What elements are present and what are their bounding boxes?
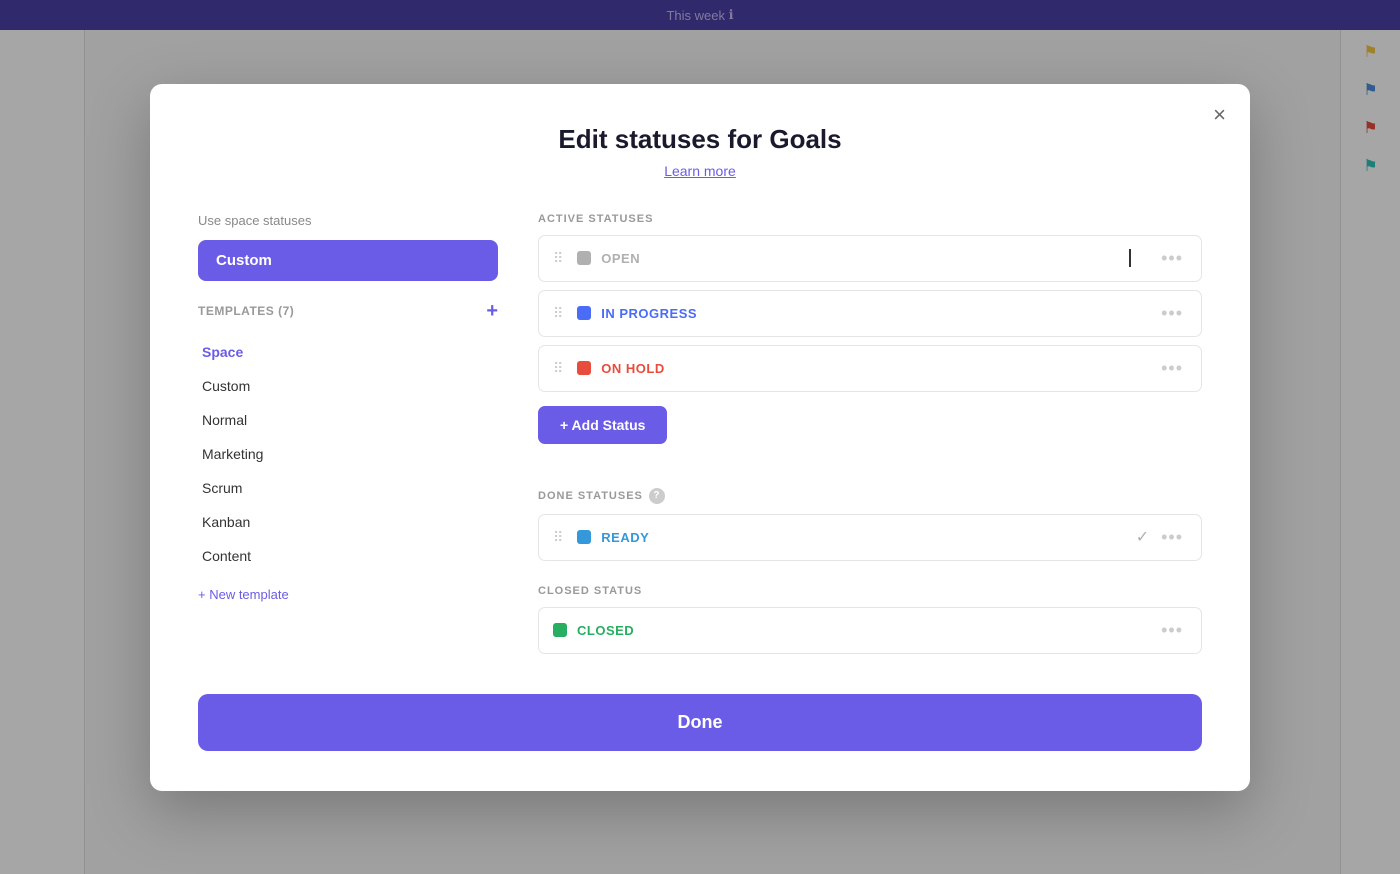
new-template-link[interactable]: + New template	[198, 587, 289, 602]
status-menu-on-hold[interactable]: •••	[1157, 356, 1187, 381]
drag-handle-ready[interactable]: ⠿	[553, 529, 563, 546]
left-panel: Use space statuses Custom TEMPLATES (7) …	[198, 213, 498, 662]
status-dot-closed	[553, 623, 567, 637]
status-dot-open	[577, 251, 591, 265]
status-dot-on-hold	[577, 361, 591, 375]
status-name-ready: READY	[601, 530, 1125, 545]
modal-body: Use space statuses Custom TEMPLATES (7) …	[198, 213, 1202, 662]
add-status-button[interactable]: + Add Status	[538, 406, 667, 444]
active-statuses-label: ACTIVE STATUSES	[538, 213, 1202, 225]
custom-button[interactable]: Custom	[198, 240, 498, 281]
template-item-custom[interactable]: Custom	[198, 369, 498, 403]
template-item-scrum[interactable]: Scrum	[198, 471, 498, 505]
modal-footer: Done	[198, 694, 1202, 751]
status-menu-ready[interactable]: •••	[1157, 525, 1187, 550]
modal-dialog: × Edit statuses for Goals Learn more Use…	[150, 84, 1250, 791]
modal-subtitle: Learn more	[198, 163, 1202, 181]
templates-label: TEMPLATES (7)	[198, 304, 294, 318]
status-row-on-hold: ⠿ ON HOLD •••	[538, 345, 1202, 392]
status-dot-ready	[577, 530, 591, 544]
template-item-kanban[interactable]: Kanban	[198, 505, 498, 539]
drag-handle-in-progress[interactable]: ⠿	[553, 305, 563, 322]
status-row-open: ⠿ OPEN •••	[538, 235, 1202, 282]
template-list: Space Custom Normal Marketing Scrum Kanb…	[198, 335, 498, 573]
modal-overlay: × Edit statuses for Goals Learn more Use…	[0, 0, 1400, 874]
drag-handle-on-hold[interactable]: ⠿	[553, 360, 563, 377]
template-item-space[interactable]: Space	[198, 335, 498, 369]
closed-status-label: CLOSED STATUS	[538, 585, 1202, 597]
status-name-closed: CLOSED	[577, 623, 1147, 638]
templates-add-icon[interactable]: +	[486, 301, 498, 321]
templates-header: TEMPLATES (7) +	[198, 301, 498, 321]
template-item-content[interactable]: Content	[198, 539, 498, 573]
modal-title: Edit statuses for Goals	[198, 124, 1202, 155]
status-actions-open: •••	[1157, 246, 1187, 271]
status-name-in-progress: IN PROGRESS	[601, 306, 1147, 321]
close-button[interactable]: ×	[1213, 104, 1226, 126]
status-name-on-hold: ON HOLD	[601, 361, 1147, 376]
status-actions-ready: ✓ •••	[1136, 525, 1187, 550]
modal-header: Edit statuses for Goals Learn more	[198, 124, 1202, 181]
status-actions-on-hold: •••	[1157, 356, 1187, 381]
done-help-icon[interactable]: ?	[649, 488, 665, 504]
status-row-closed: CLOSED •••	[538, 607, 1202, 654]
check-icon-ready: ✓	[1136, 527, 1149, 547]
status-row-ready: ⠿ READY ✓ •••	[538, 514, 1202, 561]
template-item-marketing[interactable]: Marketing	[198, 437, 498, 471]
done-button[interactable]: Done	[198, 694, 1202, 751]
status-name-open: OPEN	[601, 251, 1147, 266]
status-menu-in-progress[interactable]: •••	[1157, 301, 1187, 326]
status-dot-in-progress	[577, 306, 591, 320]
status-menu-closed[interactable]: •••	[1157, 618, 1187, 643]
drag-handle-open[interactable]: ⠿	[553, 250, 563, 267]
status-menu-open[interactable]: •••	[1157, 246, 1187, 271]
learn-more-link[interactable]: Learn more	[664, 163, 736, 179]
status-actions-in-progress: •••	[1157, 301, 1187, 326]
status-row-in-progress: ⠿ IN PROGRESS •••	[538, 290, 1202, 337]
done-statuses-label: DONE STATUSES ?	[538, 488, 1202, 504]
use-space-label: Use space statuses	[198, 213, 498, 228]
right-panel: ACTIVE STATUSES ⠿ OPEN ••• ⠿ IN PROGR	[538, 213, 1202, 662]
template-item-normal[interactable]: Normal	[198, 403, 498, 437]
status-actions-closed: •••	[1157, 618, 1187, 643]
